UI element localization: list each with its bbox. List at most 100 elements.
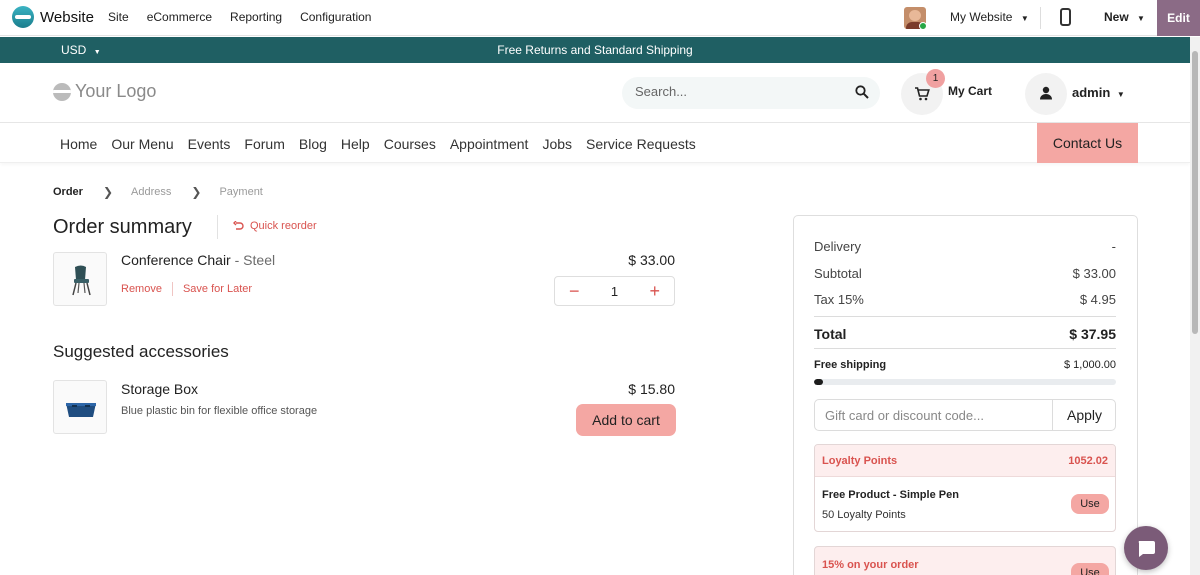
nav-blog[interactable]: Blog bbox=[299, 136, 327, 152]
app-name: Website bbox=[40, 8, 94, 26]
conference-chair-image[interactable] bbox=[53, 252, 107, 306]
nav-home[interactable]: Home bbox=[60, 136, 97, 152]
chevron-right-icon: ❯ bbox=[191, 185, 202, 199]
currency-label: USD bbox=[61, 43, 87, 57]
loyalty-header: Loyalty Points 1052.02 bbox=[815, 445, 1115, 477]
step-order: Order bbox=[53, 186, 83, 198]
storage-box-image[interactable] bbox=[53, 380, 107, 434]
cart-item-actions: Remove Save for Later bbox=[121, 282, 252, 296]
nav-help[interactable]: Help bbox=[341, 136, 370, 152]
coupon-input[interactable] bbox=[825, 408, 1050, 423]
divider bbox=[217, 215, 218, 239]
delivery-row: Delivery - bbox=[814, 239, 1116, 254]
nav-courses[interactable]: Courses bbox=[384, 136, 436, 152]
quick-reorder-link[interactable]: Quick reorder bbox=[233, 220, 317, 232]
username: admin bbox=[1072, 85, 1111, 100]
suggested-item-name[interactable]: Storage Box bbox=[121, 381, 198, 397]
website-selector[interactable]: My Website ▼ bbox=[950, 10, 1029, 24]
discount-reward-title: 15% on your order bbox=[822, 559, 919, 571]
new-button[interactable]: New ▼ bbox=[1104, 10, 1145, 24]
site-header: Your Logo 1 My Cart admin ▼ bbox=[0, 63, 1190, 123]
total-value: $ 37.95 bbox=[1069, 326, 1116, 342]
divider bbox=[814, 316, 1116, 317]
loyalty-points: 1052.02 bbox=[1068, 454, 1108, 467]
remove-link[interactable]: Remove bbox=[121, 283, 162, 295]
admin-menu-configuration[interactable]: Configuration bbox=[300, 10, 371, 24]
user-icon bbox=[1040, 86, 1052, 100]
contact-us-button[interactable]: Contact Us bbox=[1037, 123, 1138, 163]
odoo-website-icon bbox=[12, 6, 34, 28]
free-shipping-threshold: $ 1,000.00 bbox=[1064, 359, 1116, 371]
mobile-preview-icon[interactable] bbox=[1060, 8, 1071, 26]
nav-our-menu[interactable]: Our Menu bbox=[111, 136, 173, 152]
cart-item-price: $ 33.00 bbox=[628, 252, 675, 268]
suggested-item-description: Blue plastic bin for flexible office sto… bbox=[121, 405, 318, 417]
currency-selector[interactable]: USD ▼ bbox=[61, 43, 101, 57]
tax-row: Tax 15% $ 4.95 bbox=[814, 292, 1116, 307]
cart-icon bbox=[915, 87, 930, 101]
logo-text: Your Logo bbox=[75, 81, 157, 101]
caret-down-icon: ▼ bbox=[1020, 14, 1029, 23]
use-reward-button[interactable]: Use bbox=[1071, 494, 1109, 514]
quantity-input[interactable]: 1 bbox=[611, 284, 618, 299]
new-button-label: New bbox=[1104, 10, 1129, 24]
use-discount-button[interactable]: Use bbox=[1071, 563, 1109, 575]
site-logo[interactable]: Your Logo bbox=[53, 81, 156, 102]
admin-menu-reporting[interactable]: Reporting bbox=[230, 10, 282, 24]
caret-down-icon: ▼ bbox=[93, 49, 101, 56]
cart-count-badge: 1 bbox=[926, 69, 945, 88]
page-scrollbar[interactable] bbox=[1190, 37, 1200, 575]
scrollbar-thumb[interactable] bbox=[1192, 51, 1198, 334]
my-cart-link[interactable]: My Cart bbox=[948, 84, 992, 98]
search-icon[interactable] bbox=[855, 85, 869, 99]
add-to-cart-button[interactable]: Add to cart bbox=[576, 404, 676, 436]
loyalty-title: Loyalty Points bbox=[822, 454, 898, 467]
chair-image bbox=[72, 265, 91, 296]
save-for-later-link[interactable]: Save for Later bbox=[183, 283, 252, 295]
subtotal-row: Subtotal $ 33.00 bbox=[814, 266, 1116, 281]
total-label: Total bbox=[814, 326, 847, 342]
loyalty-card: Loyalty Points 1052.02 Free Product - Si… bbox=[814, 444, 1116, 532]
free-shipping-label: Free shipping bbox=[814, 359, 887, 371]
search-input[interactable] bbox=[635, 84, 835, 99]
minus-icon[interactable]: − bbox=[569, 282, 580, 300]
free-shipping-progress bbox=[814, 379, 1116, 385]
admin-bar: Website Site eCommerce Reporting Configu… bbox=[0, 0, 1200, 36]
storage-box-image-graphic bbox=[66, 403, 96, 417]
checkout-steps: Order ❯ Address ❯ Payment bbox=[53, 185, 263, 199]
reward-name: Free Product - Simple Pen bbox=[822, 489, 959, 501]
edit-button[interactable]: Edit bbox=[1157, 0, 1200, 36]
nav-service-requests[interactable]: Service Requests bbox=[586, 136, 696, 152]
nav-events[interactable]: Events bbox=[188, 136, 231, 152]
discount-reward-card: 15% on your order Use bbox=[814, 546, 1116, 575]
user-avatar[interactable] bbox=[904, 7, 926, 29]
nav-forum[interactable]: Forum bbox=[244, 136, 284, 152]
nav-appointment[interactable]: Appointment bbox=[450, 136, 529, 152]
promo-bar: Free Returns and Standard Shipping USD ▼ bbox=[0, 37, 1190, 63]
admin-menu-site[interactable]: Site bbox=[108, 10, 129, 24]
admin-menu: Site eCommerce Reporting Configuration bbox=[108, 10, 371, 24]
cart-item-product: Conference Chair bbox=[121, 252, 231, 268]
chat-button[interactable] bbox=[1124, 526, 1168, 570]
promo-message: Free Returns and Standard Shipping bbox=[497, 43, 693, 57]
coupon-form: Apply bbox=[814, 399, 1116, 431]
website-selector-label: My Website bbox=[950, 10, 1013, 24]
chevron-right-icon: ❯ bbox=[102, 185, 114, 199]
nav-jobs[interactable]: Jobs bbox=[542, 136, 572, 152]
divider bbox=[1040, 7, 1041, 29]
app-brand[interactable]: Website bbox=[12, 6, 94, 28]
apply-button[interactable]: Apply bbox=[1052, 400, 1116, 430]
quantity-stepper: − 1 + bbox=[554, 276, 675, 306]
plus-icon[interactable]: + bbox=[649, 282, 660, 300]
tax-label: Tax 15% bbox=[814, 292, 864, 307]
step-payment: Payment bbox=[219, 186, 263, 198]
cart-item-variant: - Steel bbox=[230, 252, 276, 268]
user-menu-label[interactable]: admin ▼ bbox=[1072, 85, 1125, 100]
main-nav: Home Our Menu Events Forum Blog Help Cou… bbox=[0, 123, 1190, 163]
admin-menu-ecommerce[interactable]: eCommerce bbox=[147, 10, 212, 24]
suggested-accessories-title: Suggested accessories bbox=[53, 342, 229, 361]
delivery-value: - bbox=[1111, 239, 1116, 254]
reorder-icon bbox=[233, 221, 244, 230]
cart-item-name[interactable]: Conference Chair - Steel bbox=[121, 252, 275, 268]
user-menu-button[interactable] bbox=[1025, 73, 1067, 115]
